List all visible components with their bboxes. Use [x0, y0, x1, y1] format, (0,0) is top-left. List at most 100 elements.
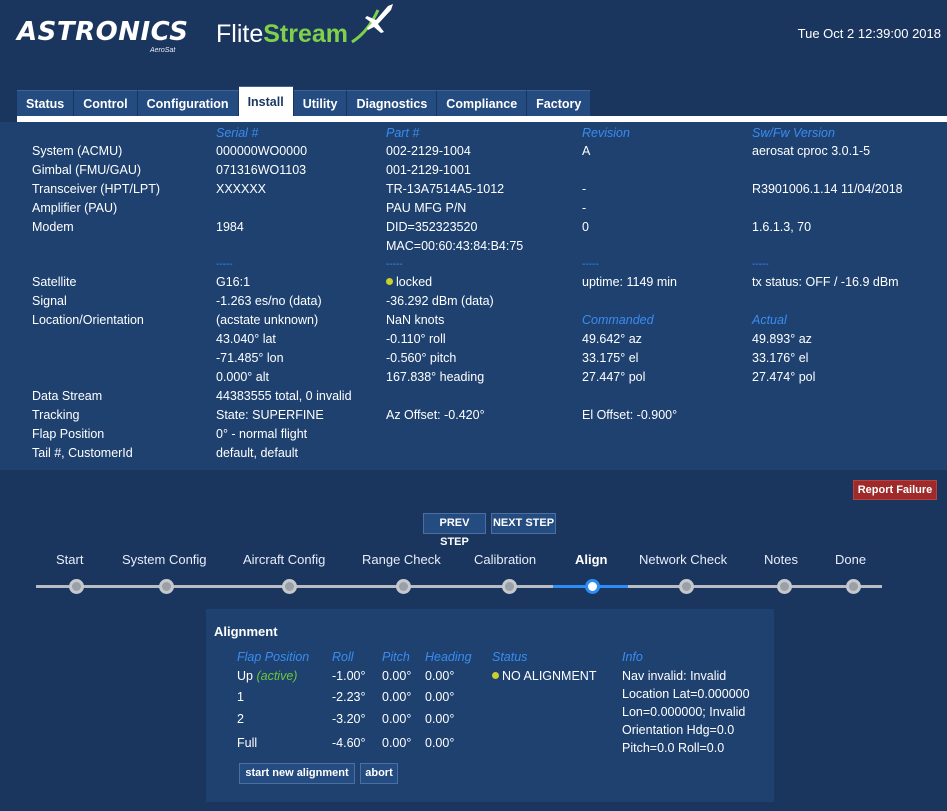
prev-step-button[interactable]: PREV STEP [423, 513, 486, 548]
col-revision-header: Revision [582, 126, 630, 140]
pitch-header: Pitch [382, 650, 410, 664]
pitch-value: 0.00° [382, 690, 412, 704]
table-row-amplifier: Amplifier (PAU) PAU MFG P/N - [0, 199, 947, 218]
step-node-system-config[interactable] [159, 579, 174, 594]
flap-row-2: 2 [237, 712, 244, 726]
part-value: 001-2129-1001 [386, 163, 471, 177]
data-stream-value: 44383555 total, 0 invalid [216, 389, 352, 403]
col-part-header: Part # [386, 126, 420, 140]
row-label: Satellite [32, 275, 77, 289]
step-node-calibration[interactable] [502, 579, 517, 594]
version-value: 1.6.1.3, 70 [752, 220, 812, 234]
tab-diagnostics[interactable]: Diagnostics [347, 90, 438, 116]
step-calibration-label[interactable]: Calibration [474, 552, 536, 567]
serial-value: 1984 [216, 220, 244, 234]
table-row-satellite: Satellite G16:1 locked uptime: 1149 min … [0, 273, 947, 292]
step-node-align[interactable] [585, 579, 600, 594]
separator: ----- [386, 259, 403, 270]
report-failure-button[interactable]: Report Failure [853, 480, 937, 500]
roll-header: Roll [332, 650, 354, 664]
part-value: TR-13A7514A5-1012 [386, 182, 505, 196]
row-label: Amplifier (PAU) [32, 201, 118, 215]
next-step-button[interactable]: NEXT STEP [491, 513, 556, 534]
table-row-system: System (ACMU) 000000WO0000 002-2129-1004… [0, 142, 947, 161]
step-node-align-core [590, 584, 595, 589]
heading-value: 0.00° [425, 690, 455, 704]
uptime-value: uptime: 1149 min [582, 275, 677, 289]
step-node-start[interactable] [69, 579, 84, 594]
step-node-network-check[interactable] [679, 579, 694, 594]
revision-value: - [582, 182, 587, 196]
roll-value: -2.23° [332, 690, 366, 704]
tab-status[interactable]: Status [17, 90, 75, 116]
separator-row: ----- ----- ----- ----- [0, 259, 947, 271]
row-label: Location/Orientation [32, 313, 144, 327]
lon-value: -71.485° lon [216, 351, 284, 365]
el-offset: El Offset: -0.900° [582, 408, 678, 422]
revision-value: - [582, 201, 587, 215]
info-line: Lon=0.000000; Invalid [622, 705, 746, 719]
revision-value: 0 [582, 220, 589, 234]
step-notes-label[interactable]: Notes [764, 552, 798, 567]
roll-value: -0.110° roll [386, 332, 446, 346]
revision-value: A [582, 144, 591, 158]
step-node-done[interactable] [846, 579, 861, 594]
table-row-location-4: 0.000° alt 167.838° heading 27.447° pol … [0, 368, 947, 387]
tab-compliance[interactable]: Compliance [437, 90, 528, 116]
alignment-status-text: NO ALIGNMENT [502, 669, 597, 683]
table-row-tracking: Tracking State: SUPERFINE Az Offset: -0.… [0, 406, 947, 425]
step-start-label[interactable]: Start [56, 552, 83, 567]
roll-value: -1.00° [332, 669, 366, 683]
astronics-logo: ASTRONICS [17, 17, 189, 47]
az-offset: Az Offset: -0.420° [386, 408, 485, 422]
step-range-check-label[interactable]: Range Check [362, 552, 441, 567]
info-line: Orientation Hdg=0.0 [622, 723, 735, 737]
row-label: Tail #, CustomerId [32, 446, 133, 460]
tab-install[interactable]: Install [238, 86, 294, 116]
tab-utility[interactable]: Utility [293, 90, 348, 116]
step-align-label[interactable]: Align [575, 552, 608, 567]
commanded-header: Commanded [582, 313, 654, 327]
col-serial-header: Serial # [216, 126, 259, 140]
step-system-config-label[interactable]: System Config [122, 552, 207, 567]
step-aircraft-config-label[interactable]: Aircraft Config [243, 552, 325, 567]
tab-factory[interactable]: Factory [527, 90, 592, 116]
info-line: Location Lat=0.000000 [622, 687, 750, 701]
step-node-aircraft-config[interactable] [282, 579, 297, 594]
flitestream-logo-b: Stream [263, 20, 348, 48]
actual-header: Actual [752, 313, 787, 327]
status-indicator-icon [492, 672, 499, 679]
alignment-title: Alignment [214, 624, 278, 639]
flap-row-1: 1 [237, 690, 244, 704]
status-header: Status [492, 650, 528, 664]
step-done-label[interactable]: Done [835, 552, 866, 567]
step-network-check-label[interactable]: Network Check [639, 552, 727, 567]
acstate-value: (acstate unknown) [216, 313, 319, 327]
status-info-panel: Serial # Part # Revision Sw/Fw Version S… [0, 122, 947, 470]
heading-value: 0.00° [425, 712, 455, 726]
col-version-header: Sw/Fw Version [752, 126, 835, 140]
row-label: Signal [32, 294, 67, 308]
step-node-range-check[interactable] [396, 579, 411, 594]
abort-button[interactable]: abort [360, 763, 398, 784]
tab-configuration[interactable]: Configuration [137, 90, 239, 116]
actual-el: 33.176° el [752, 351, 809, 365]
table-row-location-2: 43.040° lat -0.110° roll 49.642° az 49.8… [0, 330, 947, 349]
row-label: Transceiver (HPT/LPT) [32, 182, 161, 196]
tracking-state: State: SUPERFINE [216, 408, 324, 422]
tab-control[interactable]: Control [74, 90, 138, 116]
flap-up-label: Up [237, 669, 253, 683]
heading-value: 167.838° heading [386, 370, 485, 384]
table-row-modem-mac: MAC=00:60:43:84:B4:75 [0, 237, 947, 256]
start-new-alignment-button[interactable]: start new alignment [239, 763, 355, 784]
flitestream-logo-a: Flite [216, 20, 264, 48]
roll-value: -3.20° [332, 712, 366, 726]
step-node-notes[interactable] [777, 579, 792, 594]
info-header: Info [622, 650, 643, 664]
commanded-az: 49.642° az [582, 332, 642, 346]
header: ASTRONICS AeroSat FliteStream Tue Oct 2 … [0, 0, 947, 82]
date-time: Tue Oct 2 12:39:00 2018 [797, 26, 941, 41]
info-line: Nav invalid: Invalid [622, 669, 727, 683]
flap-row-full: Full [237, 736, 258, 750]
row-label: Gimbal (FMU/GAU) [32, 163, 142, 177]
